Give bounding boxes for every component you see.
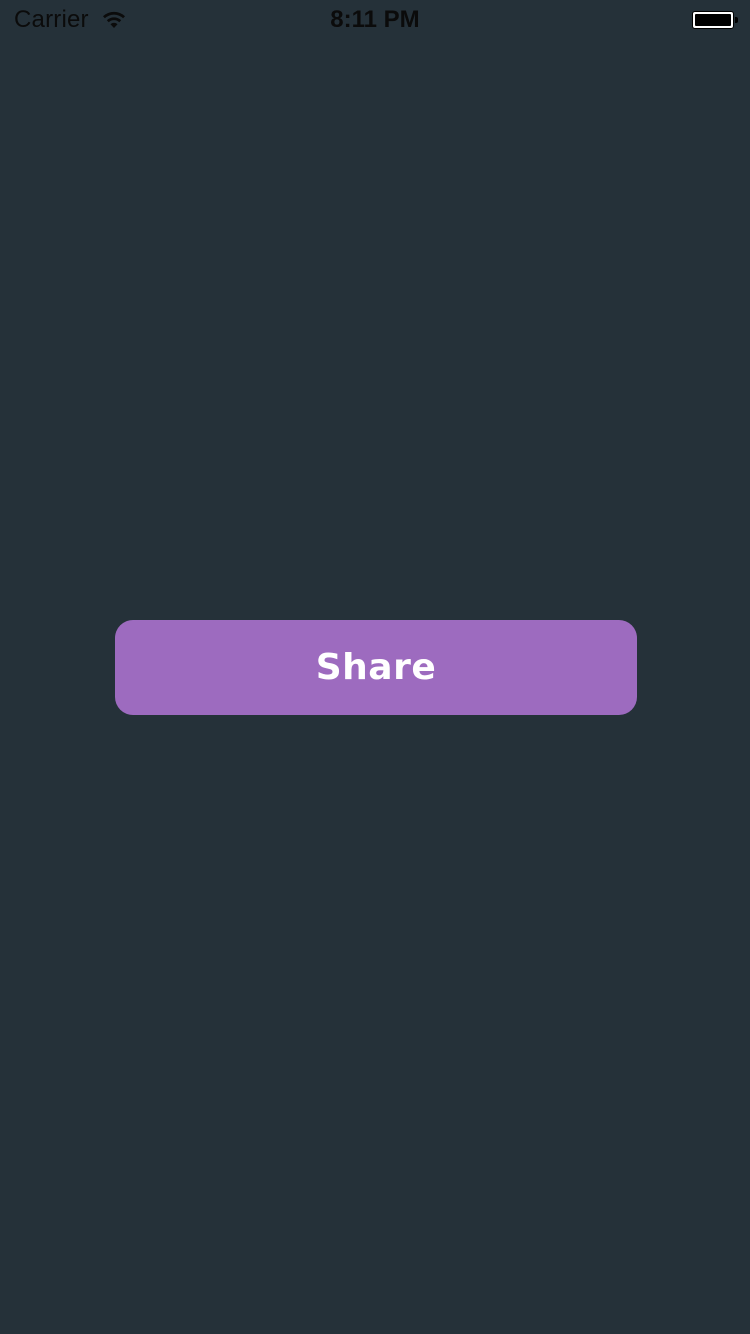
share-button[interactable]: Share xyxy=(115,620,637,715)
share-button-label: Share xyxy=(315,647,437,688)
app-screen: Carrier 8:11 PM Share xyxy=(0,0,750,1334)
battery-icon xyxy=(692,11,740,31)
status-bar: Carrier 8:11 PM xyxy=(0,0,750,40)
status-time: 8:11 PM xyxy=(330,6,420,33)
